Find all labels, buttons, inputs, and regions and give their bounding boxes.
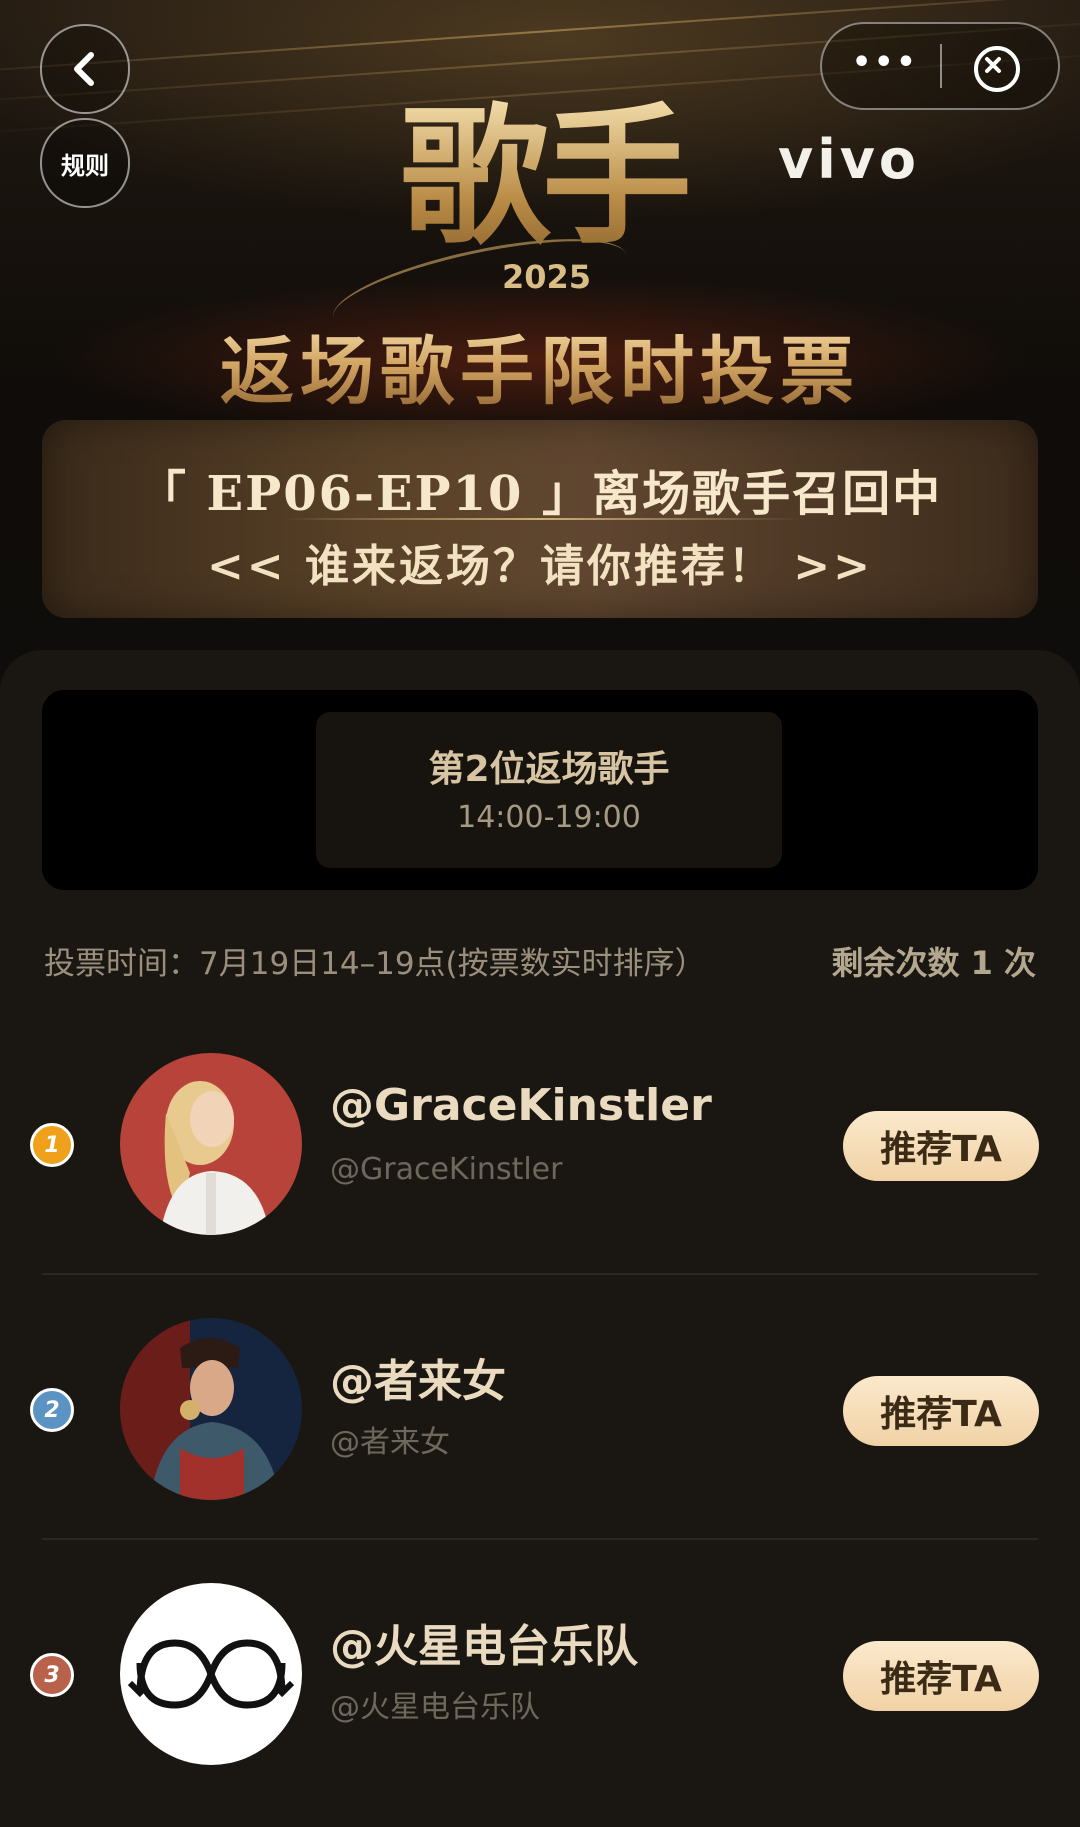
banner-episodes: 「 EP06-EP10 」离场歌手召回中 <box>137 466 943 522</box>
rank-badge: 2 <box>30 1388 74 1432</box>
more-menu-icon[interactable]: ••• <box>852 48 916 84</box>
recommend-button[interactable]: 推荐TA <box>843 1641 1039 1711</box>
candidate-handle: @GraceKinstler <box>330 1152 563 1187</box>
slot-time: 14:00-19:00 <box>457 800 641 835</box>
slot-title: 第2位返场歌手 <box>428 749 670 790</box>
capsule-divider <box>940 44 942 88</box>
rules-label: 规则 <box>61 151 109 180</box>
mini-program-capsule: ••• <box>820 22 1060 110</box>
remaining-votes: 剩余次数 1 次 <box>831 944 1036 982</box>
candidate-name: @者来女 <box>330 1356 506 1407</box>
candidate-handle: @者来女 <box>330 1425 450 1460</box>
sponsor-logo: vivo <box>778 128 921 191</box>
avatar <box>120 1583 302 1765</box>
avatar <box>120 1318 302 1500</box>
banner-prompt: << 谁来返场？请你推荐！ >> <box>206 541 874 592</box>
candidate-row: 1 @GraceKinstler @GraceKinstler 推荐TA <box>0 1010 1080 1275</box>
banner-divider <box>282 518 802 520</box>
candidate-name: @GraceKinstler <box>330 1080 712 1131</box>
avatar <box>120 1053 302 1235</box>
band-logo-image <box>120 1583 302 1765</box>
back-button[interactable] <box>40 24 130 114</box>
recommend-button[interactable]: 推荐TA <box>843 1111 1039 1181</box>
slot-box: 第2位返场歌手 14:00-19:00 <box>42 690 1038 890</box>
rank-badge: 1 <box>30 1123 74 1167</box>
vote-panel: 第2位返场歌手 14:00-19:00 投票时间：7月19日14–19点(按票数… <box>0 650 1080 1827</box>
recall-banner: 「 EP06-EP10 」离场歌手召回中 << 谁来返场？请你推荐！ >> <box>42 420 1038 618</box>
candidate-row: 2 @者来女 @者来女 推荐TA <box>0 1275 1080 1540</box>
recommend-button[interactable]: 推荐TA <box>843 1376 1039 1446</box>
rank-badge: 3 <box>30 1653 74 1697</box>
logo-year: 2025 <box>502 258 592 296</box>
promo-header: 规则 ••• 歌手 2025 vivo 返场歌手限时投票 「 EP06-EP10… <box>0 0 1080 660</box>
candidate-handle: @火星电台乐队 <box>330 1690 540 1725</box>
candidate-name: @火星电台乐队 <box>330 1621 638 1672</box>
vote-time-info: 投票时间：7月19日14–19点(按票数实时排序） <box>44 946 706 982</box>
candidate-row: 3 @火星电台乐队 @火星电台乐队 推荐TA <box>0 1540 1080 1805</box>
close-icon <box>985 57 1001 73</box>
portrait-image <box>120 1318 302 1500</box>
chevron-left-icon <box>74 52 94 86</box>
slot-tab-active[interactable]: 第2位返场歌手 14:00-19:00 <box>316 712 782 868</box>
rules-button[interactable]: 规则 <box>40 118 130 208</box>
portrait-image <box>120 1053 302 1235</box>
page-title: 返场歌手限时投票 <box>0 312 1080 419</box>
close-button[interactable] <box>974 46 1020 92</box>
